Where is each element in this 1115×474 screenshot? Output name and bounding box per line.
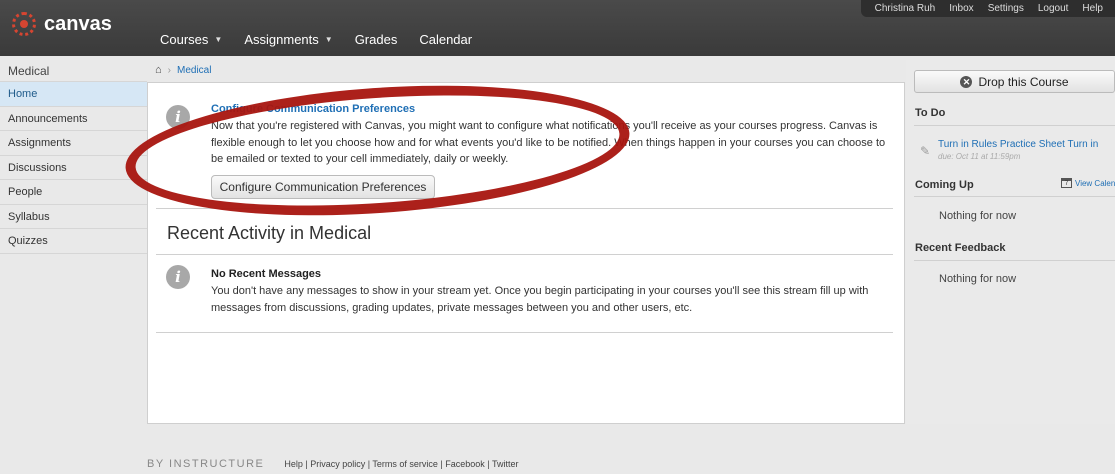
breadcrumb-separator-icon: ›	[167, 64, 171, 76]
calendar-icon: 7	[1061, 178, 1072, 188]
divider	[156, 332, 893, 333]
view-calendar-link[interactable]: 7 View Calendar	[1061, 178, 1115, 188]
stream-title: No Recent Messages	[211, 268, 322, 280]
chevron-down-icon: ▼	[324, 35, 333, 44]
divider	[914, 260, 1115, 261]
recent-activity-heading: Recent Activity in Medical	[167, 223, 372, 243]
nav-courses[interactable]: Courses ▼	[160, 32, 222, 47]
main-nav: Courses ▼ Assignments ▼ Grades Calendar	[160, 32, 472, 47]
help-link[interactable]: Help	[1082, 3, 1103, 14]
sidebar-item-syllabus[interactable]: Syllabus	[0, 205, 147, 229]
course-sidebar: Medical Home Announcements Assignments D…	[0, 60, 147, 254]
drop-course-button[interactable]: ✕ Drop this Course	[914, 70, 1115, 93]
close-circle-icon: ✕	[960, 75, 973, 88]
recent-feedback-heading: Recent Feedback	[915, 242, 1006, 254]
user-menu-bar: Christina Ruh Inbox Settings Logout Help	[860, 0, 1115, 17]
coming-up-heading: Coming Up	[915, 179, 974, 191]
global-header: Christina Ruh Inbox Settings Logout Help…	[0, 0, 1115, 56]
instructure-logo[interactable]: BY INSTRUCTURE	[147, 458, 264, 470]
stream-description: You don't have any messages to show in y…	[211, 285, 869, 314]
sidebar-item-home[interactable]: Home	[0, 82, 147, 107]
nav-courses-label: Courses	[160, 32, 209, 47]
todo-due-date: due: Oct 11 at 11:59pm	[938, 152, 1021, 161]
sidebar-item-people[interactable]: People	[0, 180, 147, 205]
settings-link[interactable]: Settings	[988, 3, 1024, 14]
nav-grades[interactable]: Grades	[355, 32, 398, 47]
logout-link[interactable]: Logout	[1038, 3, 1069, 14]
nav-calendar[interactable]: Calendar	[419, 32, 472, 47]
footer: BY INSTRUCTURE Help | Privacy policy | T…	[147, 458, 518, 470]
inbox-link[interactable]: Inbox	[949, 3, 973, 14]
footer-links[interactable]: Help | Privacy policy | Terms of service…	[284, 459, 518, 469]
breadcrumb: ⌂ › Medical	[155, 64, 211, 76]
course-title: Medical	[0, 60, 147, 82]
nav-assignments-label: Assignments	[244, 32, 319, 47]
sidebar-item-assignments[interactable]: Assignments	[0, 131, 147, 156]
todo-heading: To Do	[915, 107, 946, 119]
todo-item-link[interactable]: Turn in Rules Practice Sheet Turn in	[938, 139, 1098, 150]
canvas-logo[interactable]: canvas	[12, 12, 112, 36]
info-icon: i	[166, 265, 190, 289]
sidebar-item-quizzes[interactable]: Quizzes	[0, 229, 147, 254]
nav-grades-label: Grades	[354, 32, 398, 47]
breadcrumb-course-link[interactable]: Medical	[177, 65, 211, 76]
nav-calendar-label: Calendar	[419, 32, 473, 47]
chevron-down-icon: ▼	[214, 35, 223, 44]
sidebar-item-announcements[interactable]: Announcements	[0, 107, 147, 131]
divider	[156, 254, 893, 255]
drop-course-label: Drop this Course	[978, 74, 1069, 89]
divider	[914, 125, 1115, 126]
canvas-logo-icon	[12, 12, 36, 36]
nav-assignments[interactable]: Assignments ▼	[244, 32, 332, 47]
user-name-link[interactable]: Christina Ruh	[875, 3, 936, 14]
assignment-icon: ✎	[920, 144, 931, 158]
home-icon[interactable]: ⌂	[155, 64, 162, 76]
coming-up-empty: Nothing for now	[939, 210, 1017, 222]
logo-text: canvas	[44, 12, 112, 35]
divider	[914, 196, 1115, 197]
feedback-empty: Nothing for now	[939, 273, 1017, 285]
right-sidebar: ✕ Drop this Course To Do ✎ Turn in Rules…	[906, 60, 1115, 424]
view-calendar-label: View Calendar	[1075, 178, 1115, 188]
